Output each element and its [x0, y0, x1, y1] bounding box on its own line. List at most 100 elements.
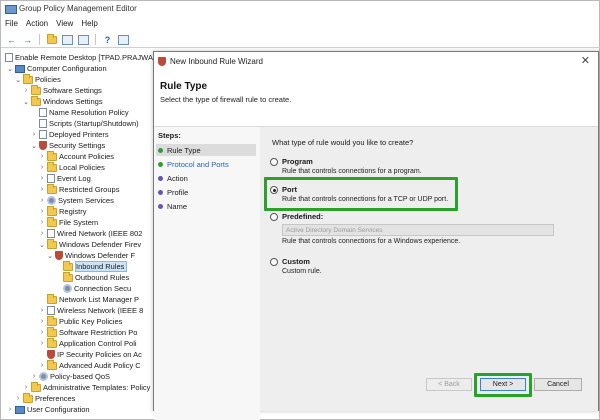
- tree-item-windows-settings[interactable]: ⌄ Windows Settings: [23, 95, 103, 107]
- tree-item-wireless-network[interactable]: › Wireless Network (IEEE 8: [39, 305, 143, 316]
- tree-item-software-settings[interactable]: › Software Settings: [23, 84, 102, 96]
- tree-item-label: Public Key Policies: [59, 317, 123, 326]
- collapse-icon[interactable]: ⌄: [7, 65, 13, 73]
- tree-item-inbound-rules[interactable]: Inbound Rules: [63, 260, 128, 272]
- properties-icon[interactable]: [117, 34, 130, 46]
- tree-item-network-list-manager[interactable]: Network List Manager P: [47, 293, 140, 305]
- expand-icon[interactable]: ›: [39, 219, 45, 226]
- tree-item-policies[interactable]: ⌄ Policies: [15, 73, 61, 85]
- tree-item-preferences[interactable]: › Preferences: [15, 392, 75, 404]
- tree-item-name-resolution[interactable]: Name Resolution Policy: [39, 107, 129, 118]
- expand-icon[interactable]: ›: [23, 384, 29, 391]
- qos-icon: [39, 372, 48, 381]
- tree-item-defender-firewall[interactable]: ⌄ Windows Defender Firev: [39, 238, 141, 250]
- tree-item-security-settings[interactable]: ⌄ Security Settings: [31, 140, 105, 151]
- close-icon[interactable]: ✕: [581, 54, 590, 67]
- tree-item-label: Scripts (Startup/Shutdown): [49, 119, 139, 128]
- tree-item-wired-network[interactable]: › Wired Network (IEEE 802: [39, 228, 142, 239]
- expand-icon[interactable]: ›: [39, 362, 45, 369]
- expand-icon[interactable]: ›: [39, 153, 45, 160]
- expand-icon[interactable]: ›: [31, 373, 37, 380]
- tree-item-ip-security[interactable]: IP Security Policies on Ac: [47, 349, 142, 360]
- expand-icon[interactable]: ›: [39, 318, 45, 325]
- expand-icon[interactable]: ›: [39, 340, 45, 347]
- step-icon: [158, 161, 163, 167]
- menu-action[interactable]: Action: [26, 19, 48, 28]
- collapse-icon[interactable]: ⌄: [31, 142, 37, 150]
- tree-item-label: User Configuration: [27, 405, 90, 414]
- step-profile[interactable]: Profile: [156, 186, 256, 198]
- tree-item-label: Windows Settings: [43, 97, 103, 106]
- collapse-icon[interactable]: ⌄: [39, 241, 45, 249]
- expand-icon[interactable]: ›: [31, 131, 37, 138]
- toolbar-separator: [95, 34, 96, 45]
- expand-icon[interactable]: ›: [39, 186, 45, 193]
- menu-view[interactable]: View: [56, 19, 73, 28]
- next-button-highlight: [474, 373, 532, 397]
- expand-icon[interactable]: ›: [15, 395, 21, 402]
- expand-icon[interactable]: ›: [7, 406, 13, 413]
- show-hide-tree-icon[interactable]: [61, 34, 74, 46]
- step-action[interactable]: Action: [156, 172, 256, 184]
- export-list-icon[interactable]: [77, 34, 90, 46]
- new-inbound-rule-wizard: New Inbound Rule Wizard ✕ Rule Type Sele…: [153, 51, 599, 420]
- window-title: Group Policy Management Editor: [19, 3, 137, 13]
- tree-item-defender-firewall-child[interactable]: ⌄ Windows Defender F: [47, 250, 135, 261]
- wireless-icon: [47, 306, 55, 315]
- cancel-button[interactable]: Cancel: [534, 378, 582, 391]
- inbound-rules-icon: [63, 260, 73, 271]
- predefined-select[interactable]: Active Directory Domain Services: [282, 224, 554, 236]
- step-protocol-ports[interactable]: Protocol and Ports: [156, 158, 256, 170]
- folder-icon: [47, 161, 57, 172]
- folder-icon: [47, 337, 57, 348]
- tree-item-label: Network List Manager P: [59, 295, 140, 304]
- tree-item-system-services[interactable]: › System Services: [39, 195, 114, 206]
- tree-item-deployed-printers[interactable]: › Deployed Printers: [31, 129, 109, 140]
- custom-radio[interactable]: [270, 258, 278, 266]
- menu-file[interactable]: File: [5, 19, 18, 28]
- tree-item-advanced-audit[interactable]: › Advanced Audit Policy C: [39, 359, 141, 371]
- expand-icon[interactable]: ›: [39, 164, 45, 171]
- expand-icon[interactable]: ›: [39, 230, 45, 237]
- printer-icon: [39, 130, 47, 139]
- expand-icon[interactable]: ›: [39, 307, 45, 314]
- tree-item-computer-configuration[interactable]: ⌄ Computer Configuration: [7, 63, 107, 74]
- tree-item-event-log[interactable]: › Event Log: [39, 173, 91, 184]
- tree-item-local-policies[interactable]: › Local Policies: [39, 161, 105, 173]
- tree-item-admin-templates[interactable]: › Administrative Templates: Policy: [23, 381, 150, 393]
- expand-icon[interactable]: ›: [39, 175, 45, 182]
- up-folder-icon[interactable]: [45, 33, 58, 46]
- expand-icon[interactable]: ›: [23, 87, 29, 94]
- expand-icon[interactable]: ›: [39, 208, 45, 215]
- collapse-icon[interactable]: ⌄: [47, 252, 53, 260]
- step-rule-type[interactable]: Rule Type: [156, 144, 256, 156]
- tree-item-software-restriction[interactable]: › Software Restriction Po: [39, 326, 137, 338]
- help-icon[interactable]: ?: [101, 34, 114, 46]
- tree-item-account-policies[interactable]: › Account Policies: [39, 150, 114, 162]
- tree-item-scripts[interactable]: Scripts (Startup/Shutdown): [39, 118, 139, 129]
- tree-item-registry[interactable]: › Registry: [39, 205, 87, 217]
- expand-icon[interactable]: ›: [39, 197, 45, 204]
- menu-help[interactable]: Help: [81, 19, 97, 28]
- tree-item-restricted-groups[interactable]: › Restricted Groups: [39, 183, 119, 195]
- tree-item-policy-qos[interactable]: › Policy-based QoS: [31, 371, 110, 382]
- tree-item-file-system[interactable]: › File System: [39, 216, 98, 228]
- collapse-icon[interactable]: ⌄: [15, 76, 21, 84]
- tree-item-public-key-policies[interactable]: › Public Key Policies: [39, 315, 123, 327]
- steps-pane: Steps: Rule Type Protocol and Ports Acti…: [154, 127, 260, 420]
- tree-item-outbound-rules[interactable]: Outbound Rules: [63, 271, 129, 283]
- computer-icon: [15, 64, 25, 73]
- expand-icon[interactable]: ›: [39, 329, 45, 336]
- tree-item-application-control[interactable]: › Application Control Poli: [39, 337, 137, 349]
- tree-item-gpo[interactable]: Enable Remote Desktop [TPAD.PRAJWALLO: [5, 52, 157, 63]
- step-name[interactable]: Name: [156, 200, 256, 212]
- forward-arrow-icon[interactable]: →: [21, 34, 34, 46]
- back-button[interactable]: < Back: [426, 378, 472, 391]
- program-radio[interactable]: [270, 158, 278, 166]
- tree-item-connection-security[interactable]: Connection Secu: [63, 283, 131, 294]
- firewall-icon: [55, 251, 63, 260]
- back-arrow-icon[interactable]: ←: [5, 34, 18, 46]
- tree-item-user-configuration[interactable]: › User Configuration: [7, 404, 90, 415]
- collapse-icon[interactable]: ⌄: [23, 98, 29, 106]
- predefined-radio[interactable]: [270, 213, 278, 221]
